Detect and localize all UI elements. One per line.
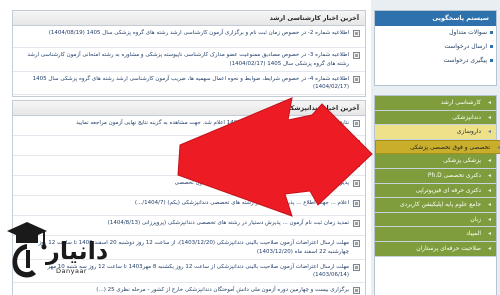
watermark-brand-en: Danyaar [56,267,88,275]
news-item-text[interactable]: (1404/09/02) به روزرسانی [18,139,349,148]
masters-news-panel: آخرین اخبار کارشناسی ارشد اطلاعیه شماره … [12,10,366,97]
menu-item-masters[interactable]: کارشناسی ارشد [375,96,496,111]
news-item[interactable]: اعلام ... جهت اطلاع ... پذیرش دستیار در … [13,196,365,216]
document-icon [353,263,360,271]
document-icon [353,287,360,295]
news-item-text[interactable]: اعلام ... جهت اطلاع ... پذیرش دستیار در … [18,199,349,208]
news-item[interactable]: اطلاعیه شماره 4- در خصوص شرایط، ضوابط و … [13,72,365,96]
support-box-title: سیستم پاسخگویی [375,11,496,26]
document-icon [353,160,360,167]
menu-item-medical-specialty[interactable]: تخصصی و فوق تخصصی پزشکی [375,139,500,155]
news-item[interactable]: پذیرش دستیار تخصصی ... پذیرفته شدگان نها… [13,176,365,196]
menu-item-medicine[interactable]: پزشکی پزشکی [375,154,496,169]
document-icon [353,30,360,37]
watermark-logo: دانیار Danyaar [6,215,109,290]
news-item-text[interactable]: اطلاعیه شماره 2- در خصوص زمان ثبت نام و … [18,29,349,38]
news-item-text[interactable]: اطلاعیه شماره 3- در خصوص مصادیق ممنوعیت … [18,51,349,69]
document-icon [353,52,360,59]
dental-news-title: آخرین اخبار دندانپزشکی [13,101,365,116]
menu-item-phd[interactable]: دکتری تخصصی Ph.D [375,168,496,184]
menu-item-dental[interactable]: دندانپزشکی [375,110,496,126]
news-item-text[interactable]: نتایج نهایی دانشنامه تخصصی دندانپزشکی سا… [18,119,349,128]
menu-item-physiotherapy[interactable]: دکتری حرفه ای فیزیوتراپی [375,183,496,199]
document-icon [353,180,360,187]
send-request-link[interactable]: ارسال درخواست [375,40,496,54]
faq-link[interactable]: سوالات متداول [375,26,496,40]
document-icon [353,200,360,207]
document-icon [353,240,360,247]
graduation-cap-icon [7,222,47,278]
menu-item-language[interactable]: زبان [375,212,496,228]
document-icon [353,220,360,227]
news-item[interactable]: اطلاعیه شماره 3- در خصوص مصادیق ممنوعیت … [13,48,365,72]
menu-item-pharmacy[interactable]: داروسازی [375,125,496,140]
track-request-link[interactable]: پیگیری درخواست [375,54,496,68]
masters-news-title: آخرین اخبار کارشناسی ارشد [13,11,365,26]
right-sidebar: سیستم پاسخگویی سوالات متداول ارسال درخوا… [371,0,500,295]
support-box: سیستم پاسخگویی سوالات متداول ارسال درخوا… [374,10,497,86]
menu-item-basic-sciences[interactable]: جامع علوم پایه اپلیکیشن کاربردی [375,198,496,213]
document-icon [353,75,360,83]
news-item-text[interactable]: اطلاعیه شماره 4- در خصوص شرایط، ضوابط و … [18,75,349,93]
exam-menu: کارشناسی ارشد دندانپزشکی داروسازی تخصصی … [374,95,500,295]
menu-item-olympiad[interactable]: المپیاد [375,227,496,242]
document-icon [353,120,360,127]
news-item-text[interactable]: (1404/9/2) تخصصی 1404 [18,159,349,168]
news-item[interactable]: (1404/9/2) تخصصی 1404 [13,156,365,176]
news-item[interactable]: نتایج نهایی دانشنامه تخصصی دندانپزشکی سا… [13,116,365,136]
news-item[interactable]: اطلاعیه شماره 2- در خصوص زمان ثبت نام و … [13,26,365,48]
news-item[interactable]: (1404/09/02) به روزرسانی [13,136,365,156]
menu-item-nursing[interactable]: صلاحیت حرفه‌ای پرستاران [375,241,496,257]
watermark-brand-fa: دانیار [46,237,109,265]
news-item-text[interactable]: پذیرش دستیار تخصصی ... پذیرفته شدگان نها… [18,179,349,188]
document-icon [353,140,360,147]
